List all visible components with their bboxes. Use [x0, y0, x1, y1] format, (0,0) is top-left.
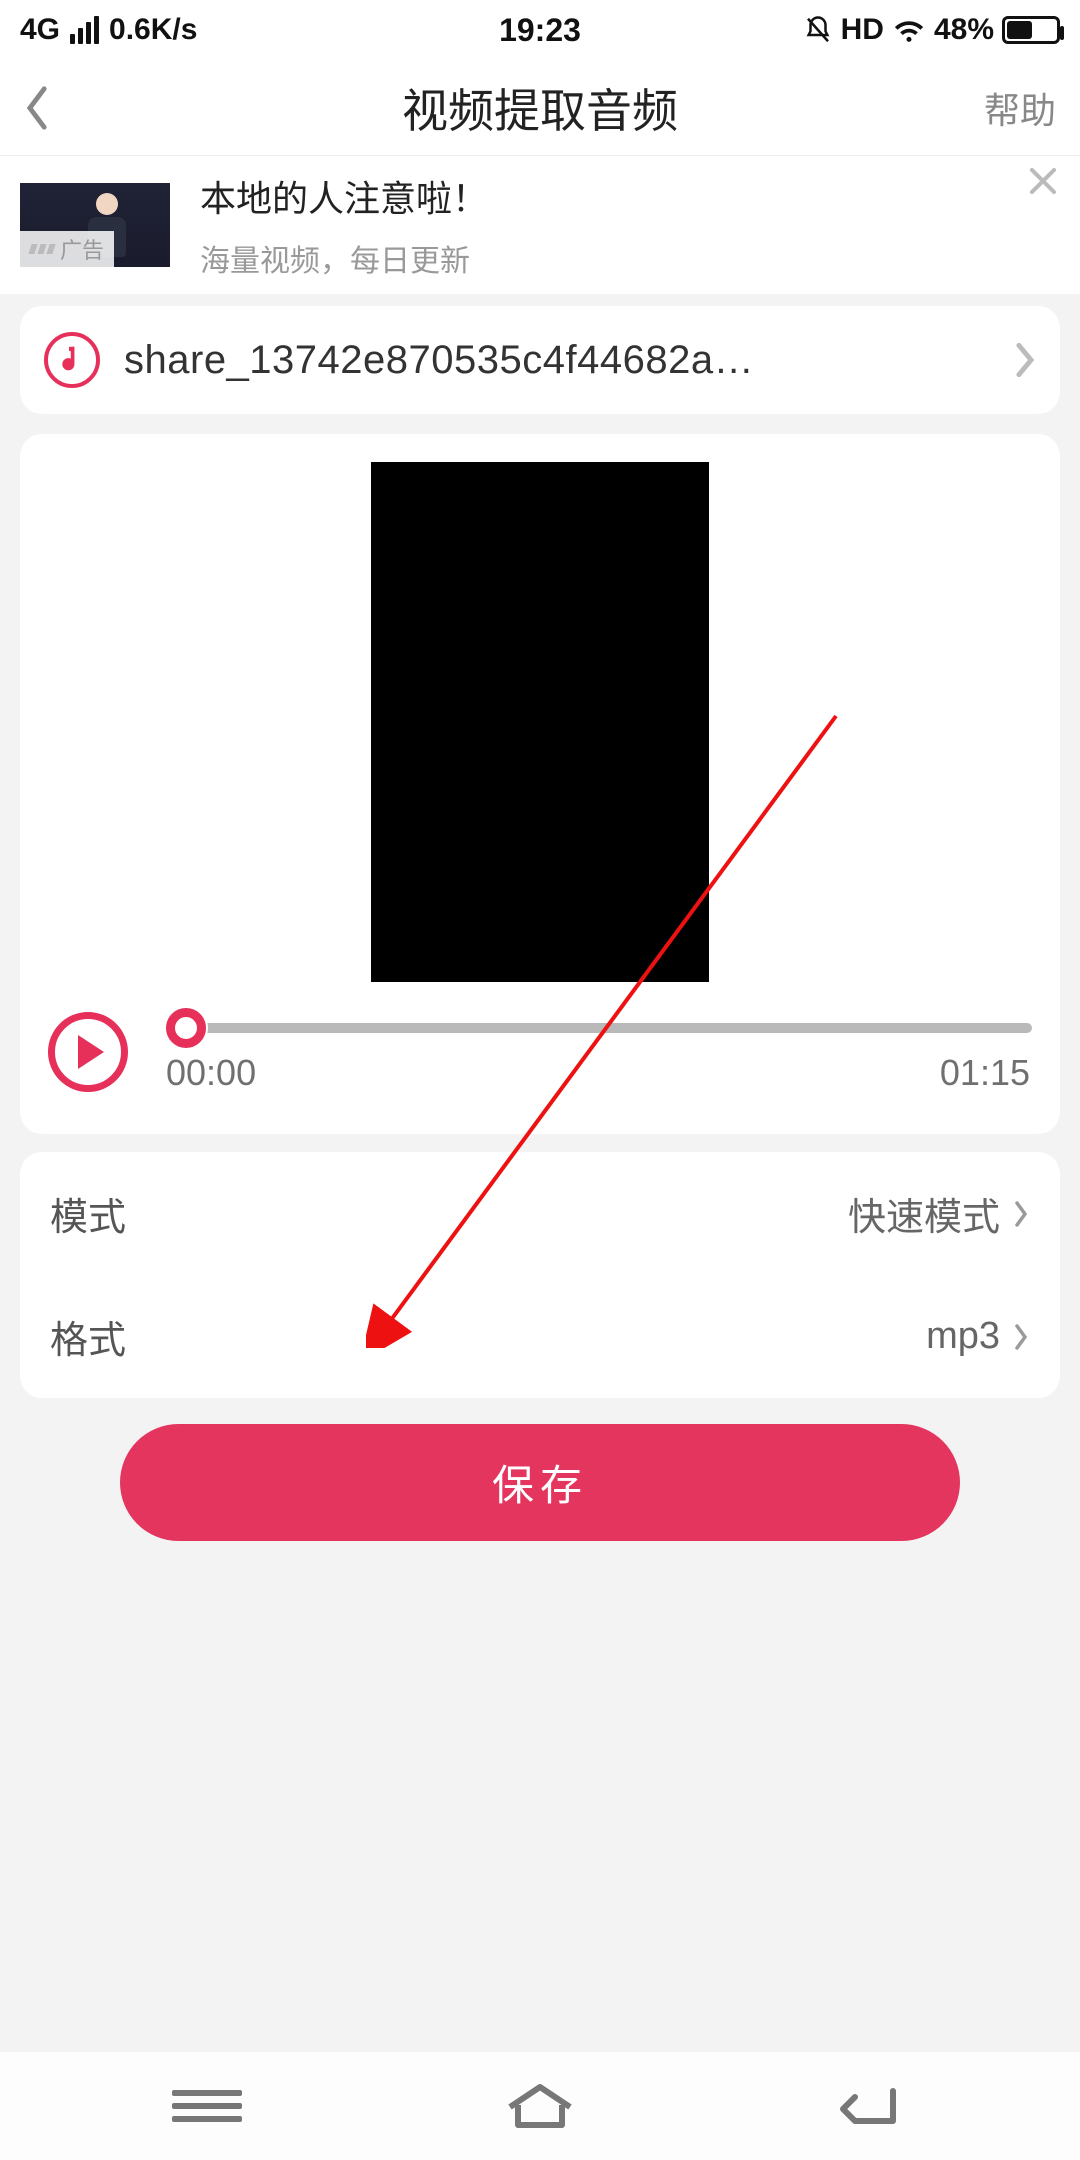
source-file-row[interactable]: share_13742e870535c4f44682a… [20, 306, 1060, 414]
ad-close-button[interactable] [1024, 162, 1062, 200]
ad-thumbnail: 广告 [20, 183, 170, 267]
format-row[interactable]: 格式 mp3 [20, 1275, 1060, 1398]
hd-indicator: HD [841, 13, 884, 47]
time-total: 01:15 [940, 1052, 1030, 1094]
app-header: 视频提取音频 帮助 [0, 60, 1080, 155]
ad-title: 本地的人注意啦！ [200, 170, 1060, 222]
signal-bars-icon [70, 16, 99, 44]
network-speed: 0.6K/s [109, 13, 197, 47]
page-title: 视频提取音频 [402, 75, 678, 141]
battery-icon [1002, 16, 1060, 44]
back-button[interactable] [22, 84, 52, 132]
video-preview[interactable] [371, 462, 709, 982]
clock: 19:23 [499, 12, 581, 49]
mode-label: 模式 [50, 1186, 126, 1241]
nav-home-button[interactable] [490, 2081, 590, 2131]
play-icon [78, 1035, 104, 1069]
seek-knob[interactable] [166, 1008, 206, 1048]
nav-back-button[interactable] [823, 2081, 923, 2131]
system-nav-bar [0, 2052, 1080, 2160]
ad-banner[interactable]: 广告 本地的人注意啦！ 海量视频，每日更新 [0, 155, 1080, 294]
mode-row[interactable]: 模式 快速模式 [20, 1152, 1060, 1275]
help-link[interactable]: 帮助 [984, 82, 1056, 134]
music-note-icon [44, 332, 100, 388]
save-button[interactable]: 保存 [120, 1424, 960, 1541]
battery-percent: 48% [934, 13, 994, 47]
format-value: mp3 [926, 1315, 1000, 1358]
chevron-right-icon [1012, 1322, 1030, 1352]
settings-card: 模式 快速模式 格式 mp3 [20, 1152, 1060, 1398]
network-type: 4G [20, 13, 60, 47]
mode-value: 快速模式 [848, 1186, 1000, 1241]
ad-badge: 广告 [20, 231, 114, 267]
alarm-off-icon [803, 15, 833, 45]
file-name: share_13742e870535c4f44682a… [124, 338, 990, 383]
ad-subtitle: 海量视频，每日更新 [200, 236, 1060, 280]
nav-recent-button[interactable] [157, 2083, 257, 2129]
format-label: 格式 [50, 1309, 126, 1364]
wifi-icon [892, 16, 926, 44]
chevron-right-icon [1014, 341, 1036, 379]
play-button[interactable] [48, 1012, 128, 1092]
time-current: 00:00 [166, 1052, 256, 1094]
seek-slider[interactable] [164, 1010, 1032, 1046]
status-bar: 4G 0.6K/s 19:23 HD 48% [0, 0, 1080, 60]
chevron-right-icon [1012, 1199, 1030, 1229]
preview-card: 00:00 01:15 [20, 434, 1060, 1134]
